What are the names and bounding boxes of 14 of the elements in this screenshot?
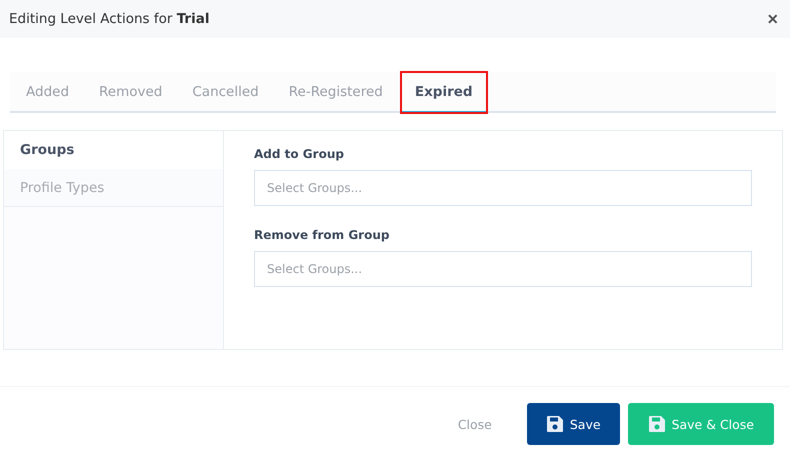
tab[interactable]: Removed bbox=[87, 72, 174, 113]
tab[interactable]: Expired bbox=[400, 72, 487, 113]
field-label: Remove from Group bbox=[254, 228, 390, 242]
tab[interactable]: Added bbox=[14, 72, 82, 113]
field-label: Add to Group bbox=[254, 147, 345, 161]
save-button[interactable]: Save bbox=[526, 403, 620, 445]
tab[interactable]: Cancelled bbox=[180, 72, 271, 113]
save-button[interactable]: Save & Close bbox=[628, 403, 774, 445]
close-link[interactable]: Close bbox=[438, 403, 511, 445]
window-title: Editing Level Actions for Trial bbox=[9, 11, 210, 27]
close-button[interactable]: × bbox=[767, 8, 778, 30]
tab[interactable]: Re-Registered bbox=[276, 72, 395, 113]
select-field[interactable]: Select Groups... bbox=[254, 251, 752, 287]
select-field[interactable]: Select Groups... bbox=[254, 170, 752, 206]
